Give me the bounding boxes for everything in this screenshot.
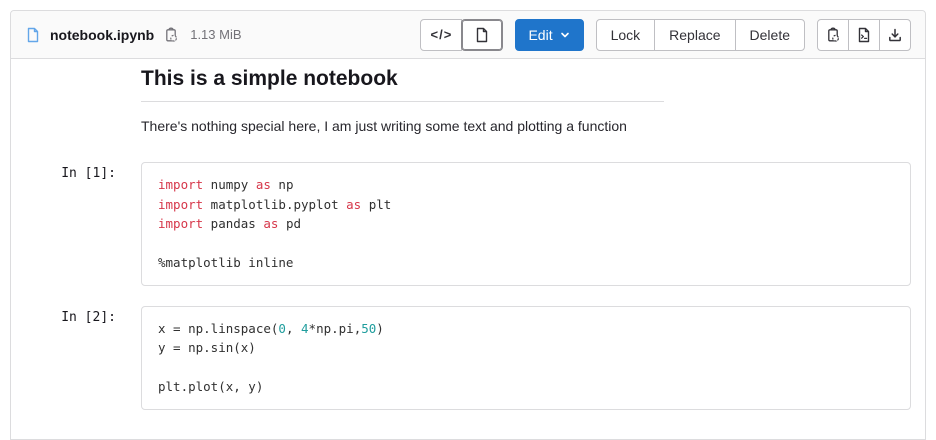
code-line [158,358,894,378]
download-icon [887,27,903,43]
code-line: import numpy as np [158,175,894,195]
view-toggle-group: </> [420,19,503,51]
file-ops-group: Lock Replace Delete [596,19,805,51]
copy-contents-icon [825,27,841,43]
cell-prompt: In [2]: [11,306,141,410]
notebook-cells: In [1]:import numpy as npimport matplotl… [11,162,925,410]
file-info: notebook.ipynb 1.13 MiB [25,27,242,43]
markdown-cell: This is a simple notebook There's nothin… [141,65,664,134]
file-utility-group [817,19,911,51]
file-viewer-card: notebook.ipynb 1.13 MiB </> [10,10,926,440]
code-cell: x = np.linspace(0, 4*np.pi,50)y = np.sin… [141,306,911,410]
document-icon [474,27,490,43]
code-line: y = np.sin(x) [158,338,894,358]
cell-prompt: In [1]: [11,162,141,286]
code-line: import matplotlib.pyplot as plt [158,195,894,215]
display-source-button[interactable]: </> [420,19,462,51]
code-line: plt.plot(x, y) [158,377,894,397]
raw-file-icon [856,27,872,43]
notebook-intro-text: There's nothing special here, I am just … [141,118,664,134]
chevron-down-icon [559,29,571,41]
delete-button[interactable]: Delete [735,19,805,51]
edit-dropdown-button[interactable]: Edit [515,19,583,51]
file-name: notebook.ipynb [50,27,154,43]
code-line: x = np.linspace(0, 4*np.pi,50) [158,319,894,339]
code-brackets-icon: </> [431,27,453,42]
notebook-cell: In [2]:x = np.linspace(0, 4*np.pi,50)y =… [11,306,925,410]
notebook-title: This is a simple notebook [141,65,664,102]
download-button[interactable] [879,19,911,51]
file-actions: </> Edit [420,19,911,51]
code-line: %matplotlib inline [158,253,894,273]
file-header-bar: notebook.ipynb 1.13 MiB </> [11,11,925,59]
copy-contents-button[interactable] [817,19,849,51]
copy-file-path-icon[interactable] [163,27,179,43]
open-raw-button[interactable] [848,19,880,51]
code-cell: import numpy as npimport matplotlib.pypl… [141,162,911,286]
notebook-cell: In [1]:import numpy as npimport matplotl… [11,162,925,286]
code-line [158,234,894,254]
file-icon [25,27,41,43]
code-line: import pandas as pd [158,214,894,234]
file-size: 1.13 MiB [190,27,241,42]
replace-button[interactable]: Replace [654,19,735,51]
edit-button-label: Edit [528,27,552,43]
display-rendered-button[interactable] [461,19,503,51]
lock-button[interactable]: Lock [596,19,656,51]
notebook-render-area: This is a simple notebook There's nothin… [11,59,925,410]
